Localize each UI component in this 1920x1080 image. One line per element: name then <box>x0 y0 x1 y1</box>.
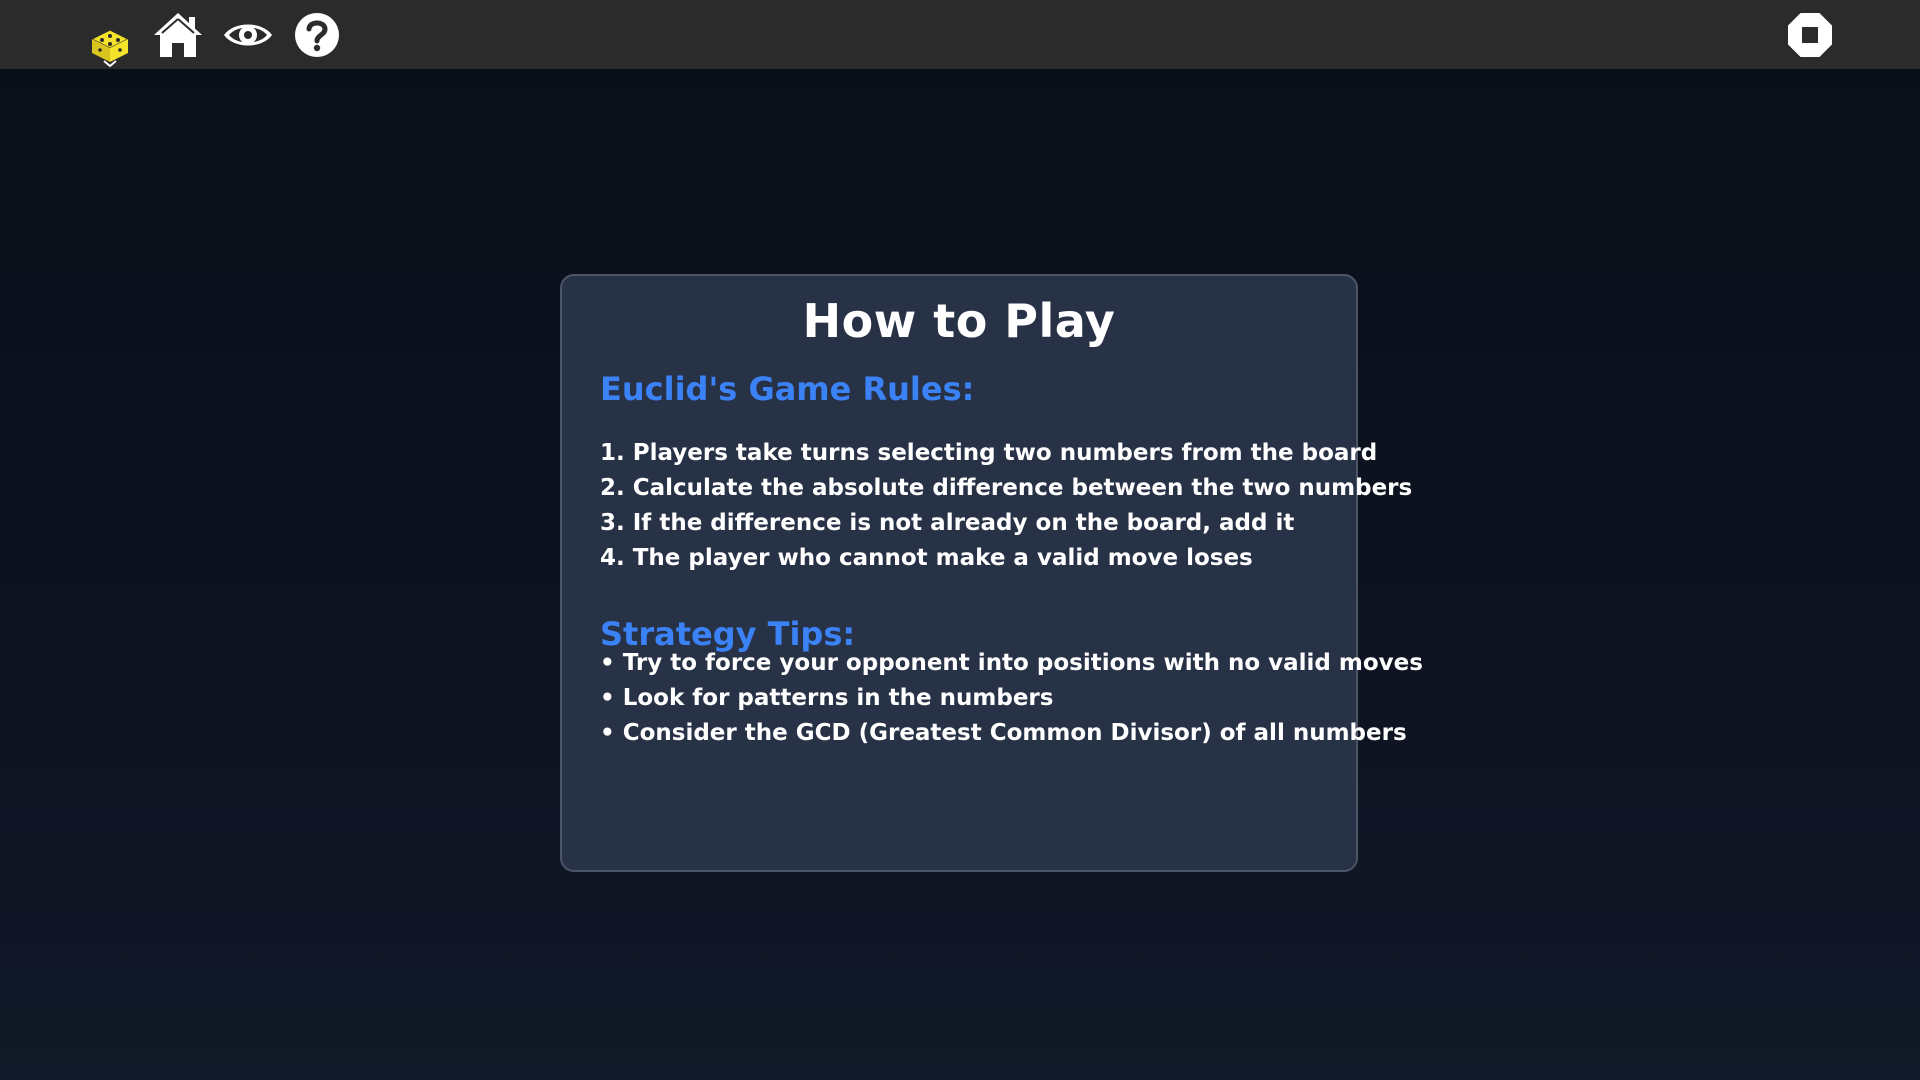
help-icon <box>295 13 339 57</box>
tip-item: • Consider the GCD (Greatest Common Divi… <box>600 720 1407 746</box>
tip-item: • Try to force your opponent into positi… <box>600 650 1423 676</box>
rule-item: 1. Players take turns selecting two numb… <box>600 440 1378 466</box>
stop-button[interactable] <box>1786 12 1834 58</box>
chevron-down-icon <box>103 60 117 68</box>
help-button[interactable] <box>292 10 342 60</box>
stop-icon <box>1788 13 1832 57</box>
activity-button[interactable] <box>88 24 132 68</box>
rules-heading: Euclid's Game Rules: <box>600 370 975 408</box>
toolbar <box>0 0 1920 69</box>
view-button[interactable] <box>220 12 276 58</box>
how-to-play-panel: How to Play Euclid's Game Rules: 1. Play… <box>560 274 1423 872</box>
panel-title: How to Play <box>802 294 1116 348</box>
rule-item: 2. Calculate the absolute difference bet… <box>600 475 1413 501</box>
rule-item: 3. If the difference is not already on t… <box>600 510 1295 536</box>
rule-item: 4. The player who cannot make a valid mo… <box>600 545 1253 571</box>
eye-icon <box>224 24 272 46</box>
tip-item: • Look for patterns in the numbers <box>600 685 1054 711</box>
home-icon <box>154 13 202 57</box>
home-button[interactable] <box>150 10 206 60</box>
tips-heading: Strategy Tips: <box>600 615 856 653</box>
